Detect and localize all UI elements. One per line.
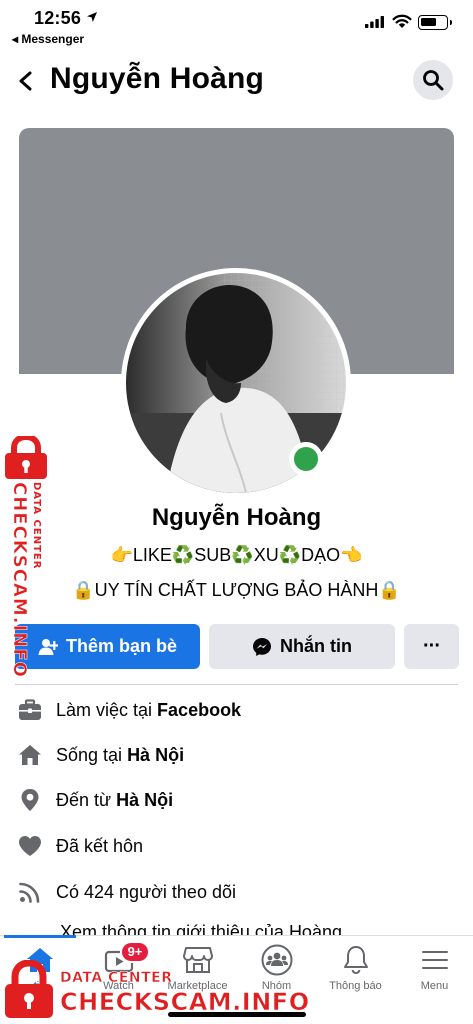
work-value[interactable]: Facebook: [157, 700, 241, 721]
detail-work: Làm việc tại Facebook: [16, 695, 456, 725]
active-tab-indicator: [4, 935, 76, 938]
add-friend-label: Thêm bạn bè: [65, 636, 177, 656]
from-value[interactable]: Hà Nội: [116, 790, 173, 811]
hamburger-menu-icon: [421, 951, 448, 969]
back-button[interactable]: [12, 64, 40, 98]
detail-followers: Có 424 người theo dõi: [16, 877, 456, 907]
watch-notification-badge: 9+: [120, 941, 150, 963]
rss-followers-icon: [16, 878, 44, 906]
detail-hometown: Đến từ Hà Nội: [16, 785, 456, 815]
page-title: Nguyễn Hoàng: [50, 62, 265, 95]
wifi-icon: [392, 14, 412, 28]
from-prefix: Đến từ: [56, 789, 112, 810]
home-indicator: [168, 1012, 306, 1017]
live-prefix: Sống tại: [56, 744, 123, 765]
watermark-tagline-vertical: DATA CENTER: [31, 482, 42, 570]
tab-menu-label: Menu: [420, 980, 449, 992]
tab-menu[interactable]: Menu: [395, 944, 473, 1004]
marketplace-shop-icon: [182, 947, 213, 973]
add-friend-button[interactable]: Thêm bạn bè: [15, 624, 200, 669]
status-bar: 12:56 ◂ Messenger: [0, 0, 473, 52]
house-icon: [16, 741, 44, 769]
detail-relationship: Đã kết hôn: [16, 831, 456, 861]
watermark-tagline-bottom: DATA CENTER: [60, 970, 173, 987]
briefcase-icon: [16, 696, 44, 724]
relationship-status: Đã kết hôn: [56, 835, 144, 856]
watermark-lock-icon: [5, 436, 47, 479]
section-divider: [15, 684, 458, 685]
bio-line-1: 👉LIKE♻️SUB♻️XU♻️DẠO👈: [110, 545, 363, 565]
location-arrow-icon: [87, 12, 97, 22]
message-button[interactable]: Nhắn tin: [209, 624, 395, 669]
location-pin-icon: [16, 786, 44, 814]
status-time: 12:56: [34, 8, 82, 28]
tab-notifications-label: Thông báo: [329, 980, 382, 992]
message-label: Nhắn tin: [280, 636, 352, 656]
back-to-messenger-link[interactable]: ◂ Messenger: [12, 32, 84, 46]
online-status-dot: [289, 442, 323, 476]
bio-line-2: 🔒UY TÍN CHẤT LƯỢNG BẢO HÀNH🔒: [72, 580, 401, 600]
live-value[interactable]: Hà Nội: [127, 745, 184, 766]
back-chevron-icon: [19, 71, 32, 91]
profile-header: Nguyễn Hoàng: [0, 56, 473, 106]
watermark-lock-icon-bottom: [5, 960, 53, 1018]
profile-name: Nguyễn Hoàng: [151, 504, 322, 531]
work-prefix: Làm việc tại: [56, 699, 153, 720]
cellular-signal-icon: [365, 16, 384, 28]
add-friend-icon: [38, 638, 58, 655]
search-icon: [423, 70, 444, 91]
messenger-icon: [253, 637, 271, 656]
detail-current-city: Sống tại Hà Nội: [16, 740, 456, 770]
heart-icon: [16, 832, 44, 860]
followers-count[interactable]: Có 424 người theo dõi: [56, 882, 236, 903]
more-options-icon: ···: [423, 635, 441, 657]
battery-icon: [418, 15, 452, 30]
groups-icon: [261, 944, 292, 976]
search-button[interactable]: [413, 60, 453, 100]
more-options-button[interactable]: ···: [404, 624, 459, 669]
bell-icon: [343, 946, 368, 975]
tab-notifications[interactable]: Thông báo: [316, 944, 395, 1004]
